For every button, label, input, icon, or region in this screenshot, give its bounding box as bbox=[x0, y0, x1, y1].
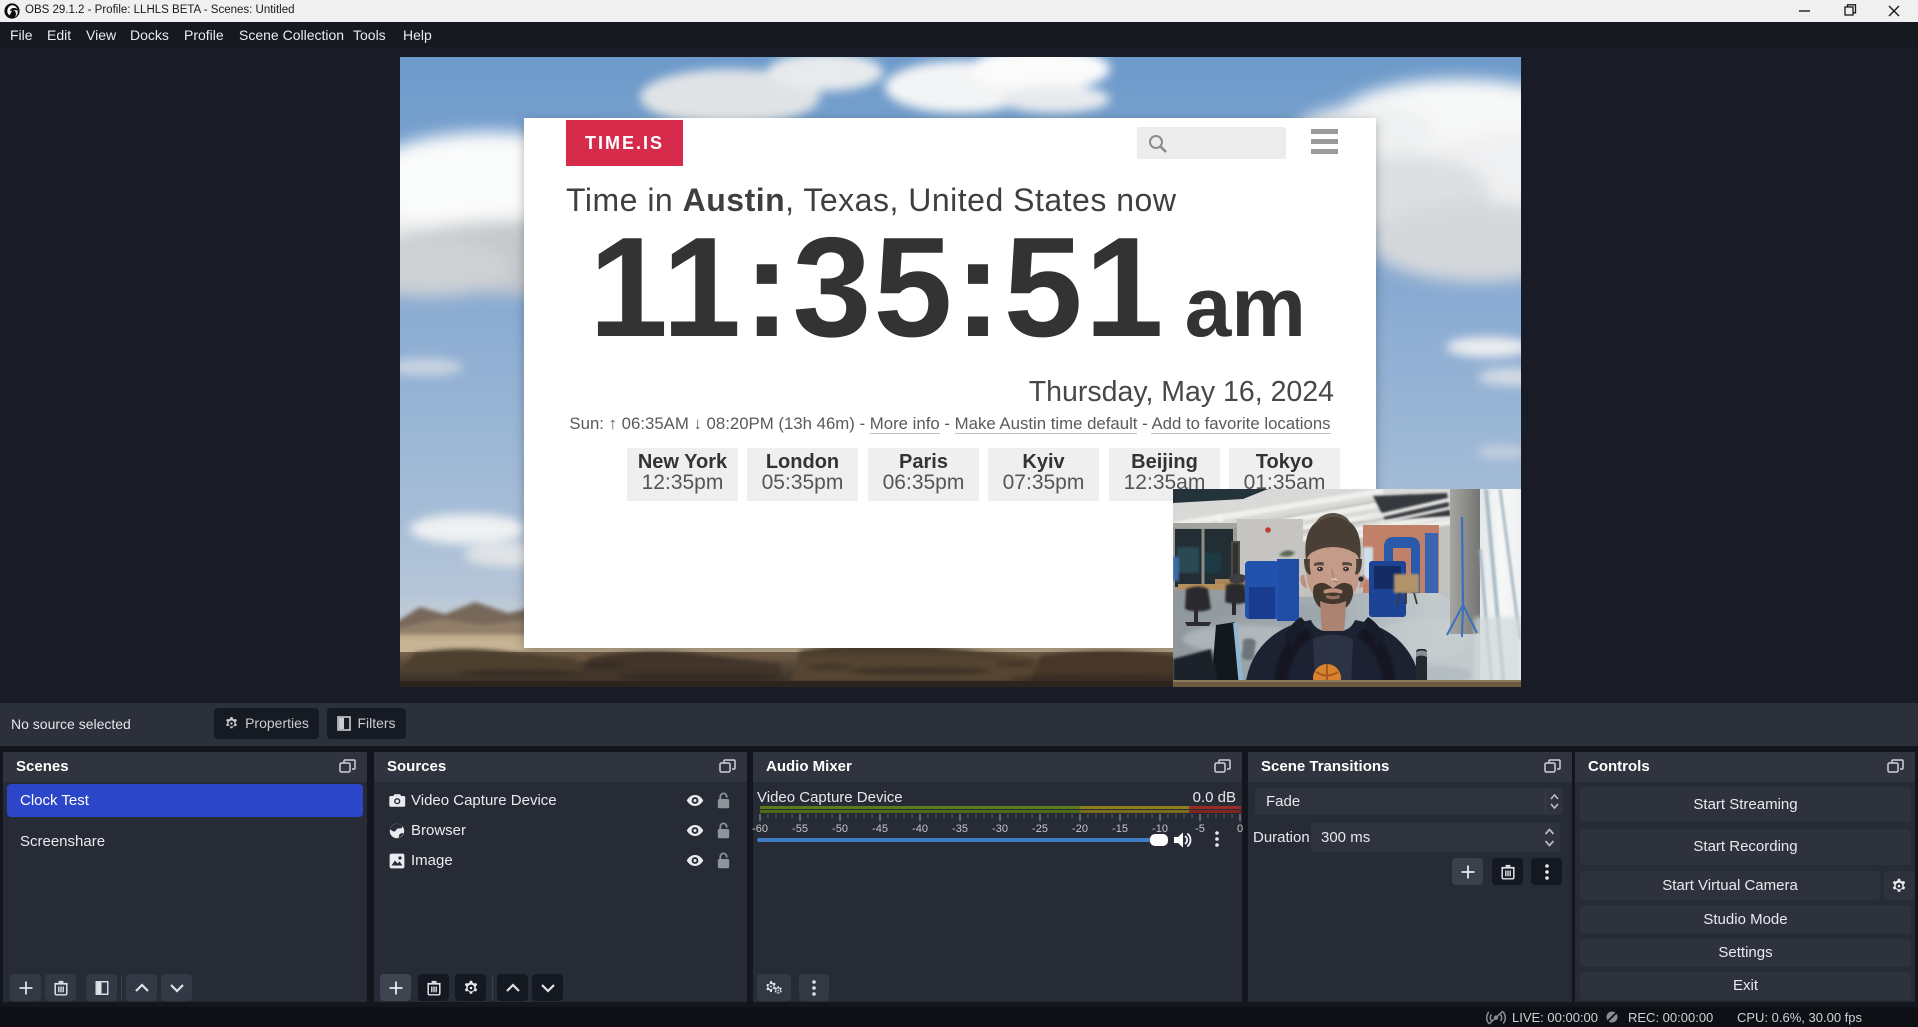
svg-text:-30: -30 bbox=[992, 823, 1008, 835]
svg-text:-5: -5 bbox=[1195, 823, 1205, 835]
svg-text:-20: -20 bbox=[1072, 823, 1088, 835]
svg-text:-25: -25 bbox=[1032, 823, 1048, 835]
svg-text:-55: -55 bbox=[792, 823, 808, 835]
svg-text:-45: -45 bbox=[872, 823, 888, 835]
svg-text:0: 0 bbox=[1237, 823, 1243, 835]
svg-text:-35: -35 bbox=[952, 823, 968, 835]
svg-text:-40: -40 bbox=[912, 823, 928, 835]
svg-text:-10: -10 bbox=[1152, 823, 1168, 835]
svg-text:-60: -60 bbox=[752, 823, 768, 835]
svg-text:-15: -15 bbox=[1112, 823, 1128, 835]
svg-text:-50: -50 bbox=[832, 823, 848, 835]
